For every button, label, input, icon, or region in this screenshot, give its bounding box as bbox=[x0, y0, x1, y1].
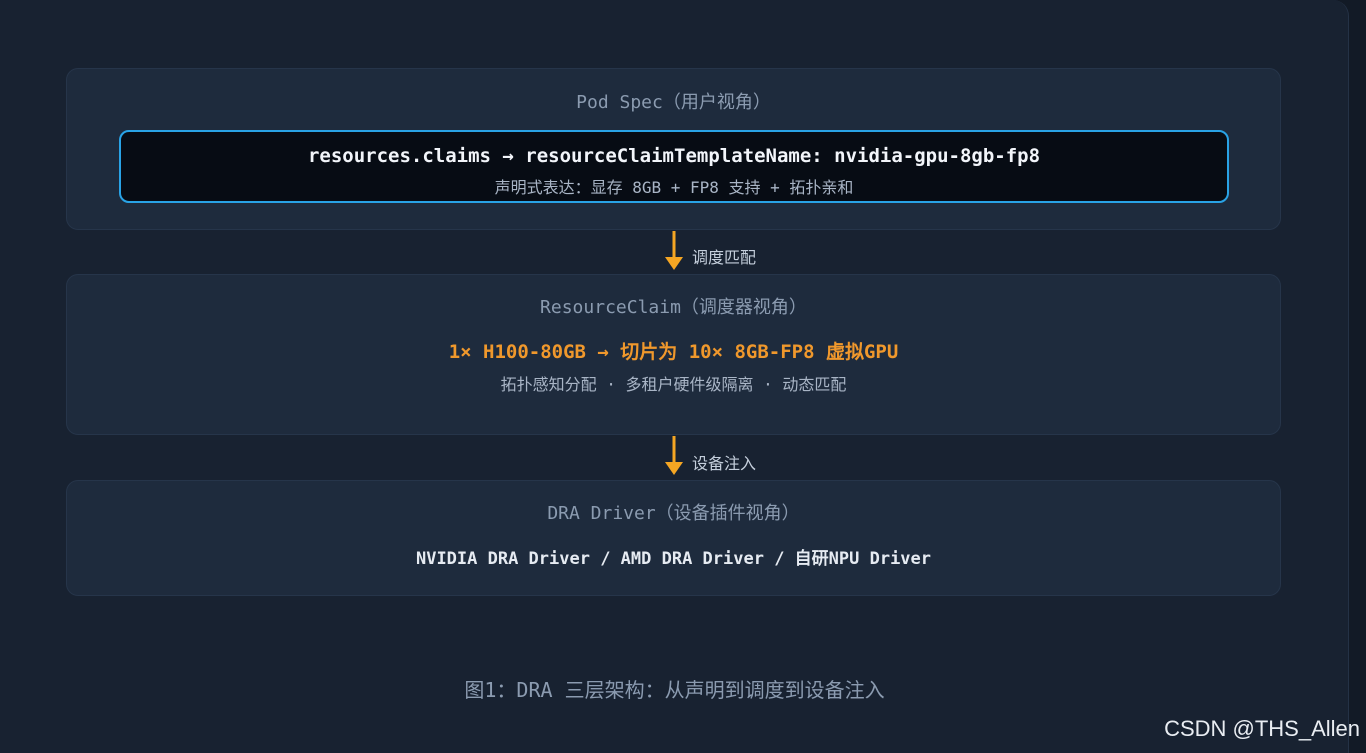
dra-driver-title: DRA Driver（设备插件视角） bbox=[547, 503, 800, 524]
down-arrow-icon bbox=[665, 231, 683, 270]
pod-spec-layer: Pod Spec（用户视角） resources.claims → resour… bbox=[66, 68, 1281, 230]
resource-claim-sub-text: 拓扑感知分配 · 多租户硬件级隔离 · 动态匹配 bbox=[500, 375, 847, 394]
pod-spec-sub-text: 声明式表达：显存 8GB + FP8 支持 + 拓扑亲和 bbox=[494, 178, 854, 197]
resource-claim-title: ResourceClaim（调度器视角） bbox=[540, 297, 807, 318]
arrow-label-inject: 设备注入 bbox=[692, 454, 757, 473]
dra-driver-layer: DRA Driver（设备插件视角） NVIDIA DRA Driver / A… bbox=[66, 480, 1281, 596]
pod-spec-main-text: resources.claims → resourceClaimTemplate… bbox=[307, 145, 1041, 167]
down-arrow-icon bbox=[665, 436, 683, 475]
resource-claim-layer: ResourceClaim（调度器视角） 1× H100-80GB → 切片为 … bbox=[66, 274, 1281, 435]
watermark: CSDN @THS_Allen bbox=[1164, 716, 1360, 741]
pod-spec-title: Pod Spec（用户视角） bbox=[576, 92, 771, 113]
arrow-label-schedule: 调度匹配 bbox=[692, 248, 757, 267]
figure-caption: 图1：DRA 三层架构：从声明到调度到设备注入 bbox=[464, 678, 885, 702]
resource-claim-main-text: 1× H100-80GB → 切片为 10× 8GB-FP8 虚拟GPU bbox=[448, 341, 899, 363]
pod-spec-code-box: resources.claims → resourceClaimTemplate… bbox=[119, 130, 1229, 203]
dra-driver-main-text: NVIDIA DRA Driver / AMD DRA Driver / 自研N… bbox=[415, 549, 932, 569]
diagram-panel: Pod Spec（用户视角） resources.claims → resour… bbox=[0, 0, 1349, 753]
